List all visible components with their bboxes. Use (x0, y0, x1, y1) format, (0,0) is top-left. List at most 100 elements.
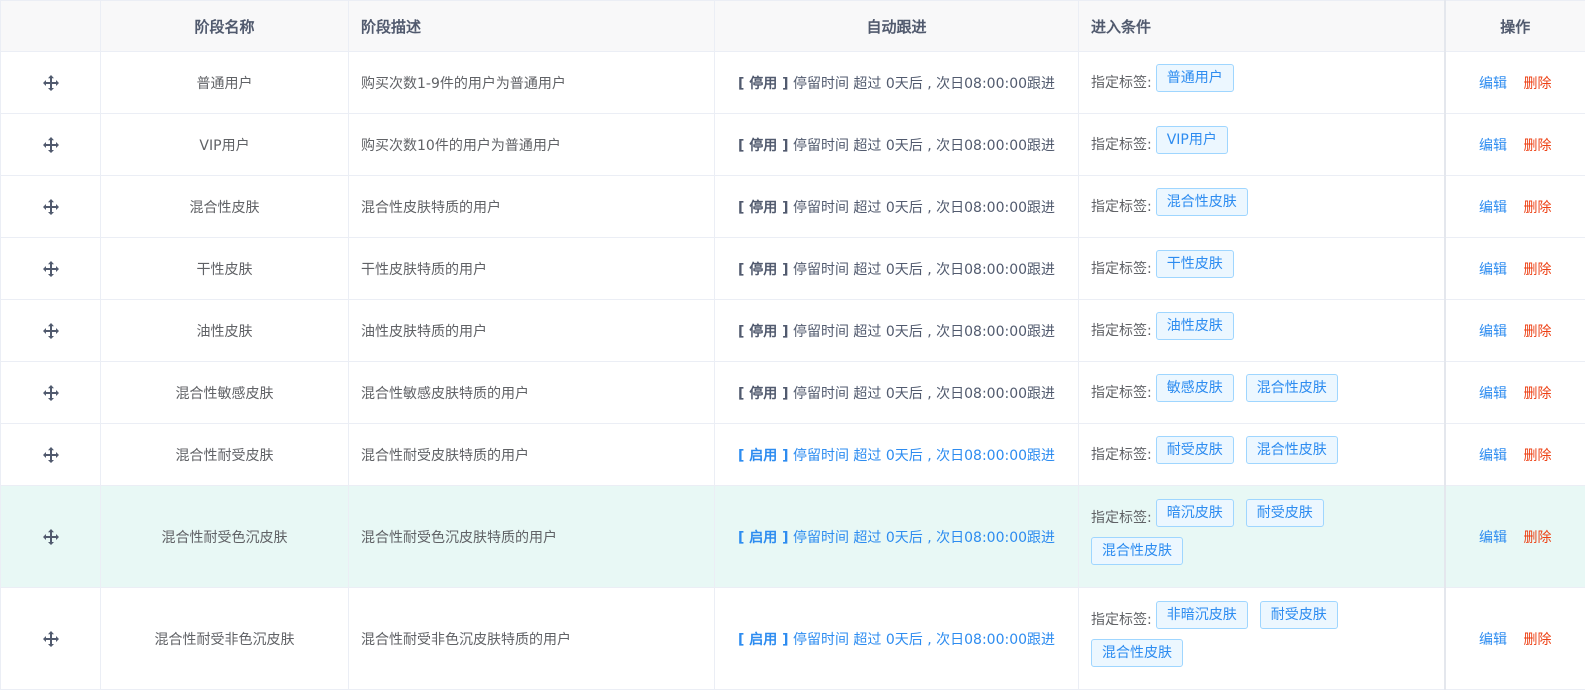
entry-condition-cell: 指定标签: 干性皮肤 (1078, 237, 1445, 300)
auto-follow-cell: [ 停用 ] 停留时间 超过 0天后 , 次日08:00:00跟进 (714, 51, 1079, 114)
operations-cell: 编辑 删除 (1443, 113, 1585, 176)
auto-follow-text[interactable]: [ 启用 ] 停留时间 超过 0天后 , 次日08:00:00跟进 (738, 448, 1055, 464)
delete-button[interactable]: 删除 (1523, 448, 1551, 464)
drag-handle-icon[interactable] (42, 446, 59, 463)
edit-button[interactable]: 编辑 (1479, 262, 1507, 278)
condition-tag: 敏感皮肤 (1155, 373, 1234, 402)
condition-tag: 普通用户 (1155, 63, 1234, 92)
follow-status: [ 启用 ] (737, 631, 789, 648)
edit-button[interactable]: 编辑 (1479, 200, 1507, 216)
condition-label: 指定标签: (1091, 260, 1152, 277)
stage-desc: 混合性皮肤特质的用户 (348, 175, 715, 238)
delete-button[interactable]: 删除 (1523, 530, 1551, 546)
drag-handle-icon[interactable] (42, 136, 59, 153)
follow-status: [ 停用 ] (737, 137, 789, 154)
table-row: 混合性耐受皮肤 混合性耐受皮肤特质的用户 [ 启用 ] 停留时间 超过 0天后 … (0, 423, 1585, 486)
edit-button[interactable]: 编辑 (1479, 448, 1507, 464)
stage-name: 混合性敏感皮肤 (100, 361, 349, 424)
follow-rule: 停留时间 超过 0天后 , 次日08:00:00跟进 (792, 631, 1056, 648)
operations-cell: 编辑 删除 (1443, 485, 1585, 588)
auto-follow-text[interactable]: [ 停用 ] 停留时间 超过 0天后 , 次日08:00:00跟进 (738, 324, 1055, 340)
drag-handle-icon[interactable] (42, 74, 59, 91)
follow-rule: 停留时间 超过 0天后 , 次日08:00:00跟进 (792, 447, 1056, 464)
follow-rule: 停留时间 超过 0天后 , 次日08:00:00跟进 (792, 385, 1056, 402)
header-stage-name: 阶段名称 (100, 0, 349, 52)
delete-button[interactable]: 删除 (1523, 200, 1551, 216)
drag-handle-icon[interactable] (42, 260, 59, 277)
delete-button[interactable]: 删除 (1523, 76, 1551, 92)
follow-status: [ 停用 ] (737, 323, 789, 340)
drag-handle-icon[interactable] (42, 198, 59, 215)
auto-follow-text[interactable]: [ 停用 ] 停留时间 超过 0天后 , 次日08:00:00跟进 (738, 138, 1055, 154)
auto-follow-text[interactable]: [ 启用 ] 停留时间 超过 0天后 , 次日08:00:00跟进 (738, 530, 1055, 546)
auto-follow-text[interactable]: [ 停用 ] 停留时间 超过 0天后 , 次日08:00:00跟进 (738, 200, 1055, 216)
follow-status: [ 停用 ] (737, 199, 789, 216)
drag-handle-icon[interactable] (42, 384, 59, 401)
follow-rule: 停留时间 超过 0天后 , 次日08:00:00跟进 (792, 529, 1056, 546)
delete-button[interactable]: 删除 (1523, 386, 1551, 402)
condition-tag: 混合性皮肤 (1091, 638, 1183, 667)
drag-cell (0, 299, 101, 362)
stage-name: 油性皮肤 (100, 299, 349, 362)
table-row: 干性皮肤 干性皮肤特质的用户 [ 停用 ] 停留时间 超过 0天后 , 次日08… (0, 237, 1585, 300)
delete-button[interactable]: 删除 (1523, 324, 1551, 340)
edit-button[interactable]: 编辑 (1479, 632, 1507, 648)
delete-button[interactable]: 删除 (1523, 632, 1551, 648)
auto-follow-text[interactable]: [ 停用 ] 停留时间 超过 0天后 , 次日08:00:00跟进 (738, 386, 1055, 402)
condition-tag: 油性皮肤 (1155, 311, 1234, 340)
stage-name: 混合性耐受非色沉皮肤 (100, 587, 349, 690)
table-row: 混合性耐受色沉皮肤 混合性耐受色沉皮肤特质的用户 [ 启用 ] 停留时间 超过 … (0, 485, 1585, 588)
entry-condition-cell: 指定标签: 暗沉皮肤 耐受皮肤 混合性皮肤 (1078, 485, 1445, 588)
condition-tag: 耐受皮肤 (1155, 435, 1234, 464)
header-operations: 操作 (1443, 0, 1585, 52)
drag-handle-icon[interactable] (42, 630, 59, 647)
follow-status: [ 停用 ] (737, 385, 789, 402)
auto-follow-cell: [ 停用 ] 停留时间 超过 0天后 , 次日08:00:00跟进 (714, 361, 1079, 424)
condition-label: 指定标签: (1091, 74, 1152, 91)
condition-tag: 干性皮肤 (1155, 249, 1234, 278)
drag-cell (0, 587, 101, 690)
follow-rule: 停留时间 超过 0天后 , 次日08:00:00跟进 (792, 323, 1056, 340)
delete-button[interactable]: 删除 (1523, 138, 1551, 154)
condition-label: 指定标签: (1091, 322, 1152, 339)
condition-tags: 指定标签: 非暗沉皮肤 耐受皮肤 混合性皮肤 (1091, 591, 1361, 687)
condition-tag: VIP用户 (1155, 125, 1228, 154)
condition-tags: 指定标签: VIP用户 (1091, 116, 1361, 174)
table-row: 混合性敏感皮肤 混合性敏感皮肤特质的用户 [ 停用 ] 停留时间 超过 0天后 … (0, 361, 1585, 424)
condition-tag: 混合性皮肤 (1155, 187, 1248, 216)
stage-desc: 干性皮肤特质的用户 (348, 237, 715, 300)
follow-status: [ 停用 ] (737, 75, 789, 92)
edit-button[interactable]: 编辑 (1479, 324, 1507, 340)
stage-desc: 混合性敏感皮肤特质的用户 (348, 361, 715, 424)
edit-button[interactable]: 编辑 (1479, 386, 1507, 402)
drag-cell (0, 361, 101, 424)
delete-button[interactable]: 删除 (1523, 262, 1551, 278)
auto-follow-text[interactable]: [ 停用 ] 停留时间 超过 0天后 , 次日08:00:00跟进 (738, 262, 1055, 278)
condition-label: 指定标签: (1091, 384, 1152, 401)
auto-follow-text[interactable]: [ 停用 ] 停留时间 超过 0天后 , 次日08:00:00跟进 (738, 76, 1055, 92)
header-auto-follow: 自动跟进 (714, 0, 1079, 52)
edit-button[interactable]: 编辑 (1479, 530, 1507, 546)
condition-label: 指定标签: (1091, 136, 1152, 153)
entry-condition-cell: 指定标签: 油性皮肤 (1078, 299, 1445, 362)
condition-label: 指定标签: (1091, 509, 1152, 526)
drag-cell (0, 175, 101, 238)
edit-button[interactable]: 编辑 (1479, 138, 1507, 154)
operations-cell: 编辑 删除 (1443, 299, 1585, 362)
condition-tags: 指定标签: 普通用户 (1091, 54, 1361, 112)
follow-status: [ 停用 ] (737, 261, 789, 278)
table-body: 普通用户 购买次数1-9件的用户为普通用户 [ 停用 ] 停留时间 超过 0天后… (0, 51, 1585, 690)
auto-follow-text[interactable]: [ 启用 ] 停留时间 超过 0天后 , 次日08:00:00跟进 (738, 632, 1055, 648)
drag-handle-icon[interactable] (42, 322, 59, 339)
operations-cell: 编辑 删除 (1443, 51, 1585, 114)
follow-rule: 停留时间 超过 0天后 , 次日08:00:00跟进 (792, 261, 1056, 278)
condition-tag: 暗沉皮肤 (1155, 498, 1234, 527)
drag-handle-icon[interactable] (42, 528, 59, 545)
table-row: VIP用户 购买次数10件的用户为普通用户 [ 停用 ] 停留时间 超过 0天后… (0, 113, 1585, 176)
follow-rule: 停留时间 超过 0天后 , 次日08:00:00跟进 (792, 137, 1056, 154)
stage-desc: 购买次数10件的用户为普通用户 (348, 113, 715, 176)
condition-tag: 非暗沉皮肤 (1155, 600, 1248, 629)
drag-cell (0, 51, 101, 114)
condition-tag: 混合性皮肤 (1245, 435, 1338, 464)
edit-button[interactable]: 编辑 (1479, 76, 1507, 92)
